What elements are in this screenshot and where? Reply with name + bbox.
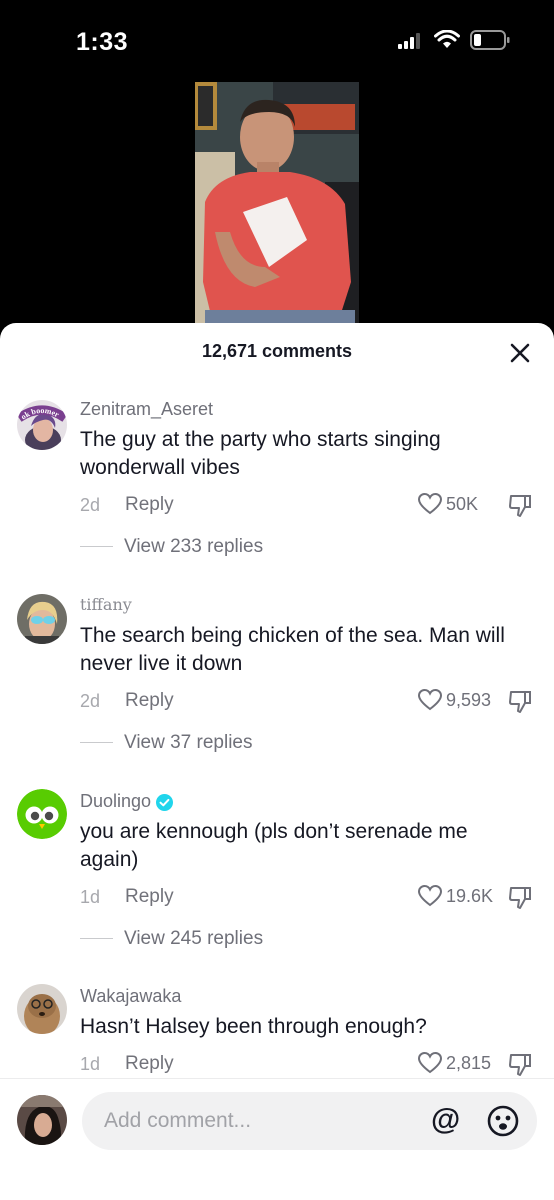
mention-button[interactable]: @: [431, 1103, 460, 1137]
comment-text: The guy at the party who starts singing …: [80, 426, 535, 482]
comment-input-placeholder: Add comment...: [104, 1109, 252, 1132]
view-replies-link[interactable]: View 233 replies: [124, 536, 263, 558]
comment-text: you are kennough (pls don’t serenade me …: [80, 818, 535, 874]
like-count: 9,593: [446, 690, 492, 710]
comment-text-line: The guy at the party who starts singing: [80, 428, 441, 451]
like-button[interactable]: 19.6K: [418, 885, 508, 909]
verified-badge-icon: [156, 793, 174, 811]
comment-text-line: you are kennough (pls don’t serenade me: [80, 820, 468, 843]
avatar[interactable]: [17, 594, 67, 644]
dislike-icon[interactable]: [509, 690, 531, 714]
comment-input[interactable]: Add comment... @: [82, 1092, 537, 1150]
comment-age: 1d: [80, 1054, 101, 1074]
avatar[interactable]: ok boomer: [17, 400, 67, 450]
avatar-text: ok boomer: [19, 406, 61, 422]
heart-icon: [418, 885, 442, 907]
view-replies-link[interactable]: View 245 replies: [124, 928, 263, 950]
like-button[interactable]: 2,815: [418, 1052, 508, 1076]
comment-username-text: Duolingo: [80, 791, 152, 811]
comment-username[interactable]: Wakajawaka: [80, 986, 181, 1007]
comment-age: 2d: [80, 691, 101, 711]
replies-divider: [80, 938, 113, 939]
comment-text-line: never live it down: [80, 652, 243, 675]
replies-divider: [80, 546, 113, 547]
status-bar: 1:33: [0, 0, 554, 80]
like-button[interactable]: 50K: [418, 493, 508, 517]
comment-username[interactable]: Zenitram_Aseret: [80, 399, 213, 420]
dislike-icon[interactable]: [509, 886, 531, 910]
comment-text-line: Hasn’t Halsey been through enough?: [80, 1015, 427, 1038]
comment-username[interactable]: Duolingo: [80, 791, 174, 812]
replies-divider: [80, 742, 113, 743]
comment-username[interactable]: tiffany: [80, 595, 132, 614]
like-count: 2,815: [446, 1053, 492, 1073]
status-time: 1:33: [76, 28, 129, 56]
cellular-signal-icon: [398, 33, 420, 49]
avatar[interactable]: [17, 789, 67, 839]
comment-age: 2d: [80, 495, 101, 515]
avatar[interactable]: [17, 984, 67, 1034]
view-replies-link[interactable]: View 37 replies: [124, 732, 253, 754]
heart-icon: [418, 1052, 442, 1074]
wifi-icon: [434, 30, 460, 48]
avatar[interactable]: [17, 1095, 67, 1145]
close-icon[interactable]: [508, 341, 532, 365]
comment-text-line: wonderwall vibes: [80, 456, 240, 479]
reply-button[interactable]: Reply: [125, 494, 174, 516]
emoji-icon[interactable]: [487, 1105, 519, 1137]
like-button[interactable]: 9,593: [418, 689, 508, 713]
reply-button[interactable]: Reply: [125, 1053, 174, 1075]
dislike-icon[interactable]: [509, 494, 531, 518]
like-count: 19.6K: [446, 886, 494, 906]
svg-text:ok boomer: ok boomer: [19, 406, 61, 422]
reply-button[interactable]: Reply: [125, 690, 174, 712]
reply-button[interactable]: Reply: [125, 886, 174, 908]
comment-age: 1d: [80, 887, 101, 907]
comment-text: The search being chicken of the sea. Man…: [80, 622, 535, 678]
heart-icon: [418, 493, 442, 515]
video-player[interactable]: [195, 82, 359, 332]
heart-icon: [418, 689, 442, 711]
comment-composer: Add comment... @: [0, 1078, 554, 1200]
like-count: 50K: [446, 494, 479, 514]
comment-text-line: again): [80, 848, 139, 871]
comments-count-title: 12,671 comments: [201, 341, 353, 361]
comment-text: Hasn’t Halsey been through enough?: [80, 1013, 535, 1041]
comment-text-line: The search being chicken of the sea. Man…: [80, 624, 505, 647]
battery-icon: [470, 30, 510, 50]
video-frame-image: [195, 82, 359, 332]
comments-sheet: 12,671 comments ok boomer Zenitram_Asere…: [0, 323, 554, 1200]
dislike-icon[interactable]: [509, 1053, 531, 1077]
